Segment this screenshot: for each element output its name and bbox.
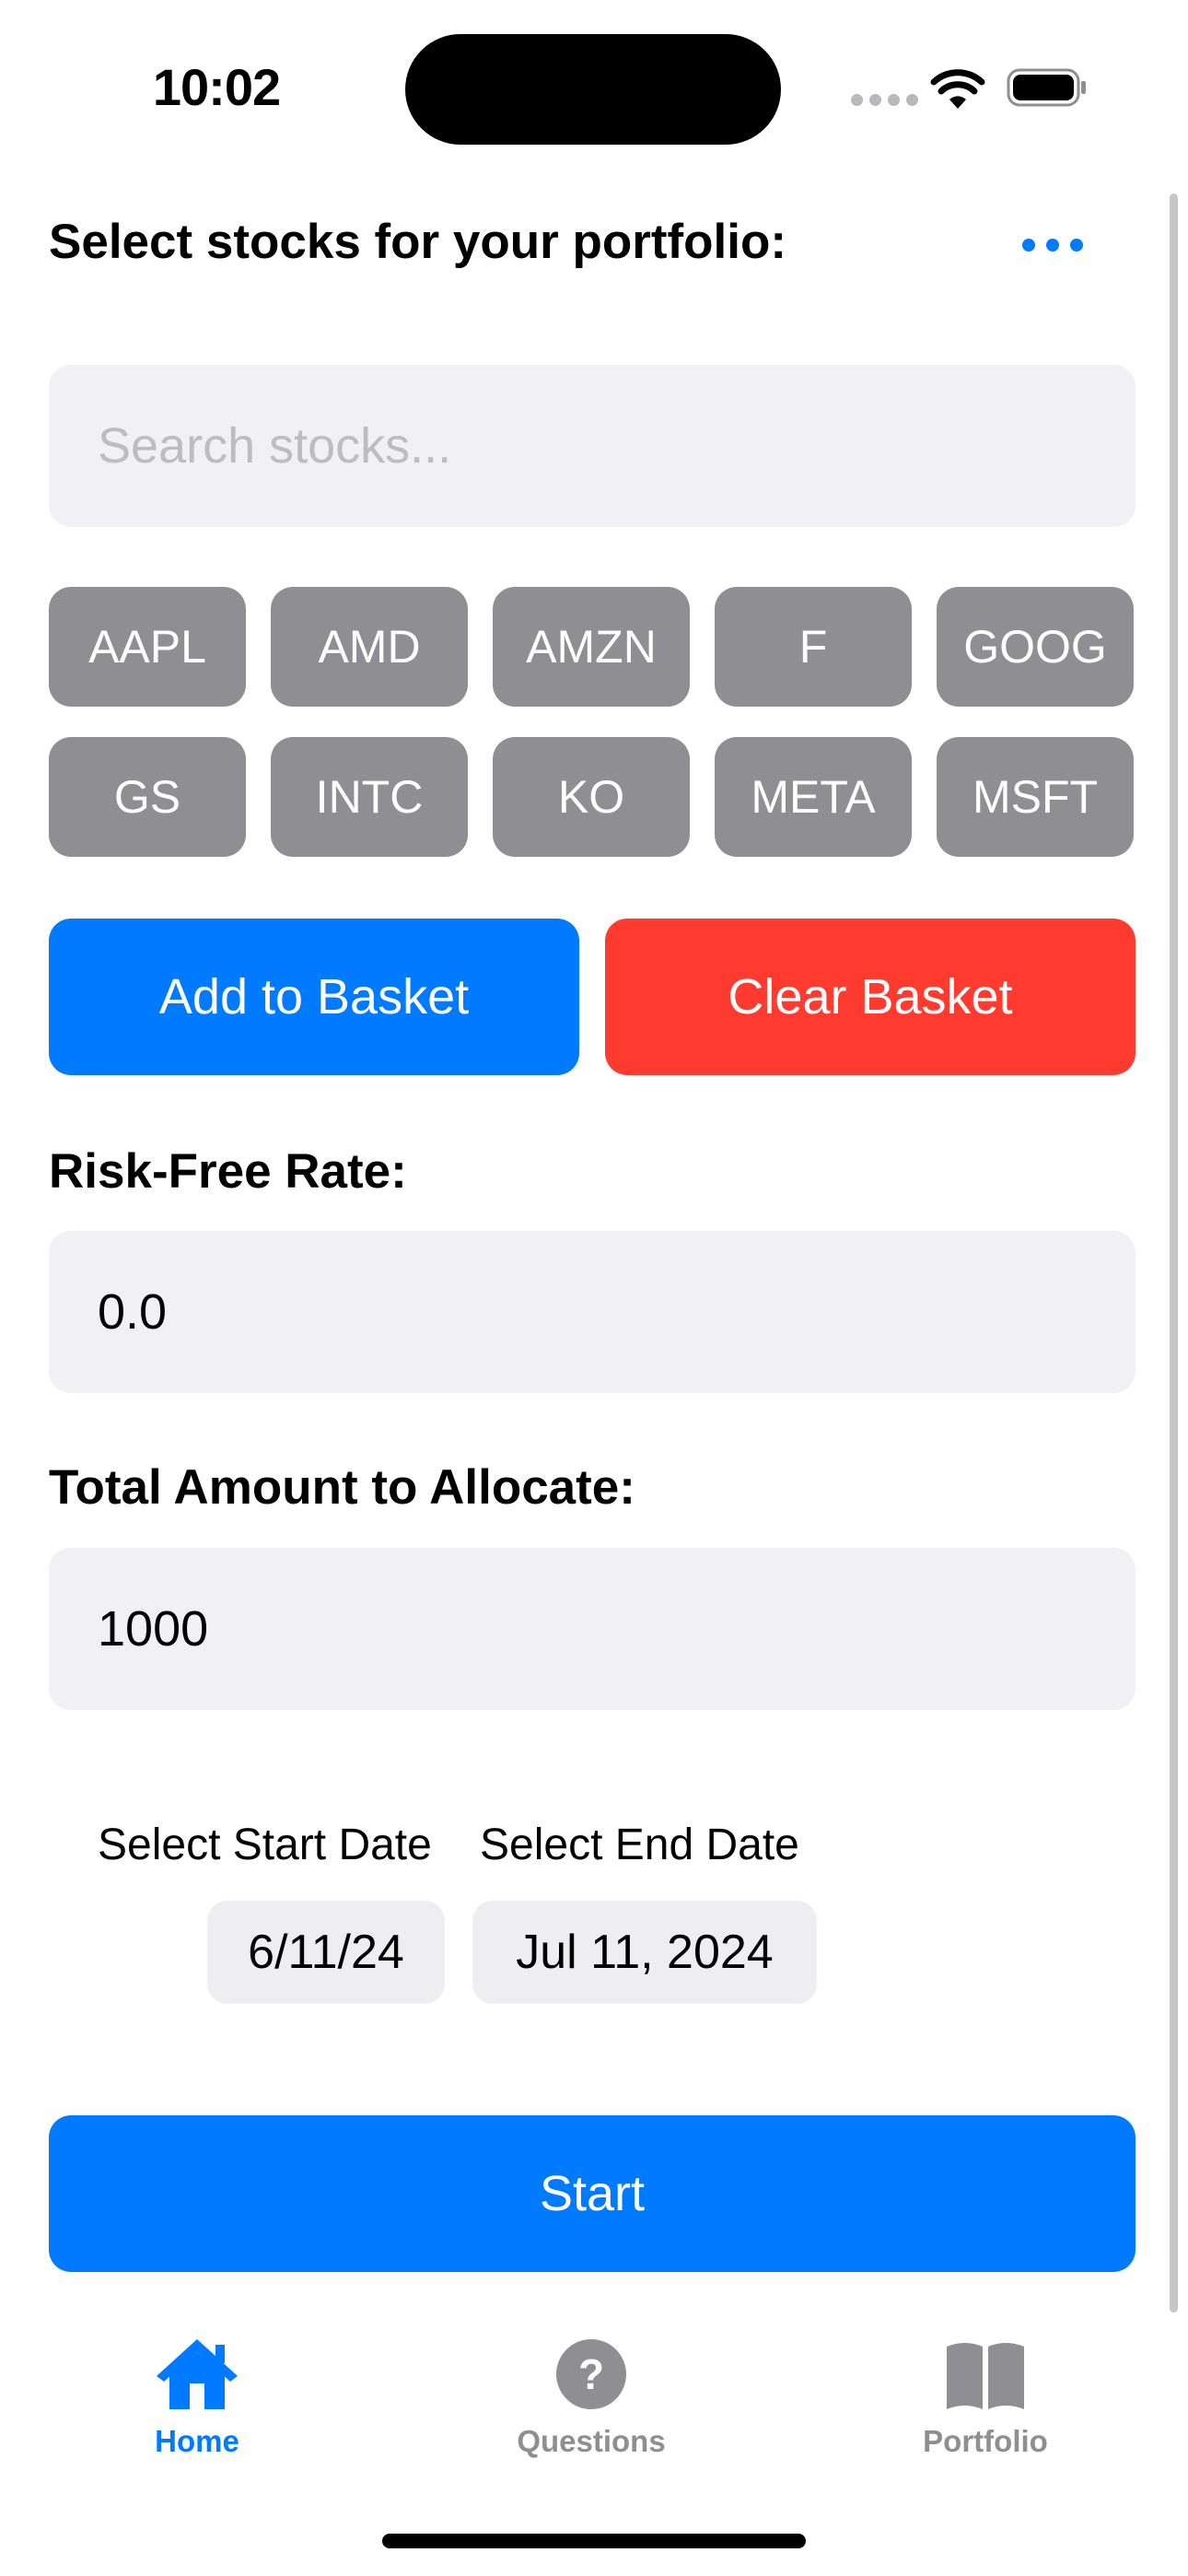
question-circle-icon: ? [556,2339,626,2409]
total-amount-label: Total Amount to Allocate: [49,1460,635,1515]
clear-basket-button[interactable]: Clear Basket [605,919,1136,1075]
tab-home-label: Home [155,2424,239,2458]
add-to-basket-button[interactable]: Add to Basket [49,919,579,1075]
ticker-chip-meta[interactable]: META [715,737,912,857]
tab-home[interactable]: Home [87,2336,308,2474]
start-date-label: Select Start Date [98,1821,432,1869]
wifi-icon [930,69,985,109]
page-title: Select stocks for your portfolio: [49,215,787,269]
screen: 10:02 Select stocks for your portfolio: … [0,0,1188,2576]
ellipsis-icon [1022,239,1035,252]
tab-questions[interactable]: ? Questions [481,2336,702,2474]
svg-text:?: ? [578,2350,604,2398]
start-date-picker[interactable]: 6/11/24 [207,1901,445,2004]
tab-questions-label: Questions [517,2424,666,2458]
search-input[interactable] [49,365,1136,527]
tab-portfolio-label: Portfolio [923,2424,1048,2458]
house-icon [157,2339,238,2409]
more-options-button[interactable] [1011,227,1094,263]
ticker-chip-grid: AAPL AMD AMZN F GOOG GS INTC KO META MSFT [49,587,1136,857]
end-date-label: Select End Date [480,1821,799,1869]
tab-portfolio[interactable]: Portfolio [875,2336,1096,2474]
ticker-chip-msft[interactable]: MSFT [937,737,1134,857]
battery-icon [1007,68,1086,107]
dynamic-island [405,34,781,145]
risk-free-rate-label: Risk-Free Rate: [49,1144,407,1199]
ticker-chip-amzn[interactable]: AMZN [493,587,690,707]
book-icon [947,2343,1024,2409]
cellular-signal-icon [851,94,918,106]
risk-free-rate-input[interactable] [49,1231,1136,1393]
start-button[interactable]: Start [49,2115,1136,2272]
ticker-chip-goog[interactable]: GOOG [937,587,1134,707]
total-amount-input[interactable] [49,1548,1136,1710]
ticker-chip-f[interactable]: F [715,587,912,707]
ticker-chip-amd[interactable]: AMD [271,587,468,707]
ticker-chip-gs[interactable]: GS [49,737,246,857]
home-indicator[interactable] [382,2534,806,2548]
ticker-chip-aapl[interactable]: AAPL [49,587,246,707]
ticker-chip-intc[interactable]: INTC [271,737,468,857]
status-time: 10:02 [152,58,281,116]
scroll-indicator[interactable] [1170,193,1178,2313]
ticker-chip-ko[interactable]: KO [493,737,690,857]
end-date-picker[interactable]: Jul 11, 2024 [472,1901,817,2004]
